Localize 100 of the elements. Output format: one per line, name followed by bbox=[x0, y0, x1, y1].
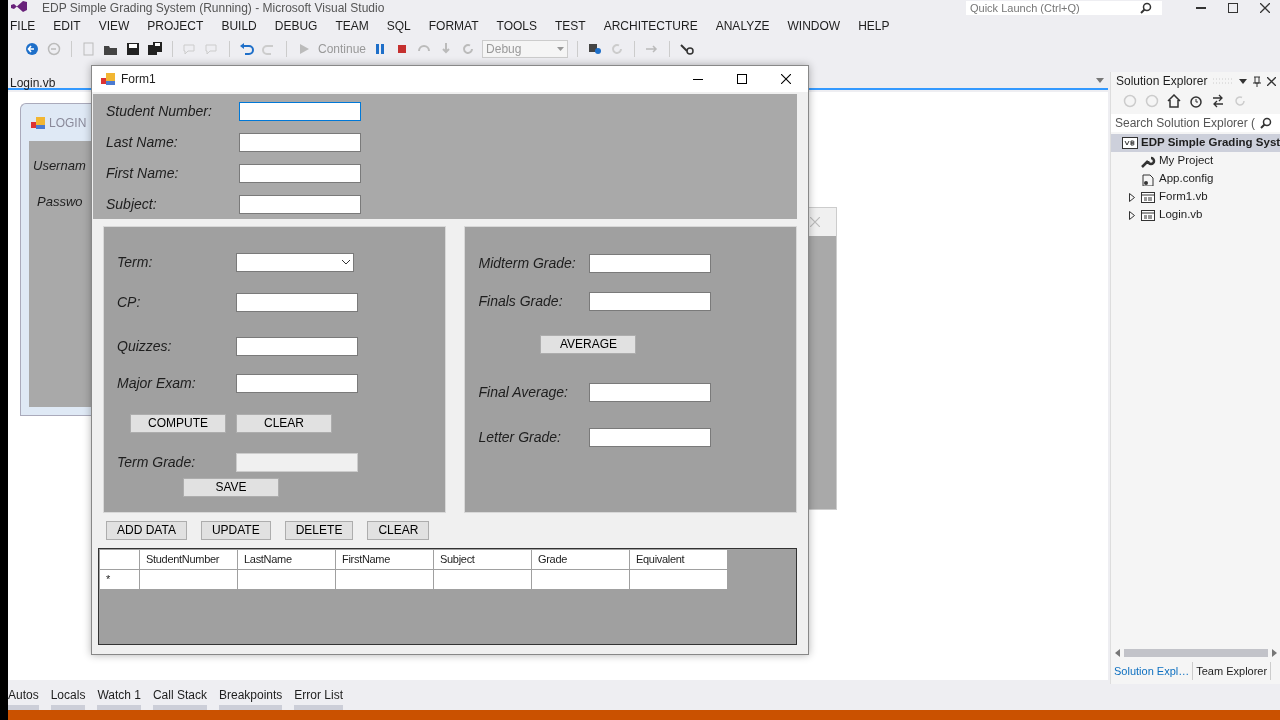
text-field[interactable] bbox=[236, 374, 358, 393]
text-field[interactable] bbox=[239, 164, 361, 183]
form-file-icon bbox=[1140, 208, 1156, 222]
project-icon bbox=[1122, 136, 1138, 150]
field-label: Subject: bbox=[105, 195, 158, 214]
scroll-left-icon[interactable] bbox=[1115, 649, 1120, 657]
save-icon[interactable] bbox=[125, 41, 141, 57]
column-header[interactable]: Subject bbox=[433, 549, 532, 570]
tree-item[interactable]: My Project bbox=[1111, 152, 1280, 170]
home-icon[interactable] bbox=[1167, 94, 1181, 108]
field-label: First Name: bbox=[105, 164, 180, 183]
window-title: EDP Simple Grading System (Running) - Microsoft Visual Studio bbox=[42, 2, 385, 14]
field-label: Student Number: bbox=[105, 102, 213, 121]
menu-item[interactable]: FORMAT bbox=[428, 17, 488, 35]
menu-item[interactable]: ANALYZE bbox=[715, 17, 779, 35]
find-icon[interactable] bbox=[587, 41, 604, 57]
text-field[interactable] bbox=[589, 254, 712, 273]
form-button[interactable]: DELETE bbox=[284, 521, 354, 540]
save-all-icon[interactable] bbox=[147, 41, 163, 57]
wrench-icon bbox=[1140, 154, 1156, 168]
text-field[interactable] bbox=[239, 195, 361, 214]
field-label: Midterm Grade: bbox=[477, 254, 577, 273]
text-field[interactable] bbox=[236, 337, 358, 356]
text-field[interactable] bbox=[589, 292, 712, 311]
column-header[interactable]: StudentNumber bbox=[139, 549, 238, 570]
panel-tab[interactable]: Team Explorer bbox=[1193, 662, 1272, 680]
table-cell[interactable] bbox=[139, 569, 238, 590]
panel-tab[interactable]: Solution Expl… bbox=[1111, 662, 1194, 680]
config-file-icon bbox=[1140, 172, 1156, 186]
text-field[interactable] bbox=[236, 293, 358, 312]
menu-item[interactable]: BUILD bbox=[221, 17, 266, 35]
form-button[interactable]: AVERAGE bbox=[540, 334, 637, 354]
sync-icon[interactable] bbox=[1211, 94, 1225, 108]
text-field[interactable] bbox=[589, 427, 712, 447]
form-button[interactable]: CLEAR bbox=[236, 413, 332, 433]
search-icon bbox=[1140, 2, 1152, 14]
menu-item[interactable]: PROJECT bbox=[147, 17, 213, 35]
column-header[interactable]: LastName bbox=[237, 549, 336, 570]
scroll-right-icon[interactable] bbox=[1272, 649, 1277, 657]
maximize-icon[interactable] bbox=[737, 74, 747, 84]
column-header[interactable]: FirstName bbox=[335, 549, 434, 570]
search-field[interactable]: Search Solution Explorer ( bbox=[1111, 114, 1280, 132]
menu-item[interactable]: TEAM bbox=[335, 17, 378, 35]
field-label: Passwo bbox=[37, 193, 83, 211]
field-label: Quizzes: bbox=[116, 337, 173, 356]
menu-item[interactable]: TEST bbox=[555, 17, 595, 35]
close-icon[interactable] bbox=[1267, 76, 1277, 86]
menu-item[interactable]: VIEW bbox=[98, 17, 139, 35]
tree-item[interactable]: App.config bbox=[1111, 170, 1280, 188]
form-button[interactable]: CLEAR bbox=[367, 521, 430, 540]
form-title: Form1 bbox=[121, 71, 156, 88]
form-button[interactable]: ADD DATA bbox=[106, 521, 187, 540]
menu-item[interactable]: FILE bbox=[10, 17, 45, 35]
form-icon bbox=[31, 117, 45, 129]
form-button[interactable]: UPDATE bbox=[200, 521, 271, 540]
text-field[interactable] bbox=[239, 102, 361, 121]
table-cell[interactable] bbox=[629, 569, 728, 590]
table-cell[interactable] bbox=[433, 569, 532, 590]
table-cell[interactable] bbox=[531, 569, 630, 590]
dropdown-icon[interactable] bbox=[1239, 78, 1248, 84]
field-label: Last Name: bbox=[105, 133, 179, 152]
form-file-icon bbox=[1140, 190, 1156, 204]
caret-icon bbox=[342, 260, 350, 265]
breakpoints-icon[interactable] bbox=[679, 41, 696, 57]
menu-item[interactable]: EDIT bbox=[53, 17, 90, 35]
close-icon[interactable] bbox=[781, 74, 791, 84]
field-label: Term Grade: bbox=[116, 453, 197, 472]
tree-item[interactable]: EDP Simple Grading Syst bbox=[1111, 134, 1280, 152]
table-cell[interactable] bbox=[237, 569, 336, 590]
field-label: CP: bbox=[116, 293, 142, 312]
caret-icon bbox=[557, 47, 565, 51]
field-label: Major Exam: bbox=[116, 374, 197, 393]
tree-item[interactable]: Login.vb bbox=[1111, 206, 1280, 224]
text-field[interactable] bbox=[239, 133, 361, 152]
column-header[interactable]: Grade bbox=[531, 549, 630, 570]
document-tab[interactable]: Login.vb bbox=[10, 74, 56, 92]
menu-item[interactable]: TOOLS bbox=[496, 17, 546, 35]
menu-item[interactable]: ARCHITECTURE bbox=[603, 17, 707, 35]
table-cell[interactable] bbox=[335, 569, 434, 590]
form-button[interactable]: COMPUTE bbox=[130, 413, 226, 433]
panel-title: Solution Explorer bbox=[1116, 73, 1208, 90]
menu-item[interactable]: SQL bbox=[386, 17, 420, 35]
back-icon[interactable] bbox=[24, 41, 40, 57]
tree-item[interactable]: Form1.vb bbox=[1111, 188, 1280, 206]
text-field[interactable] bbox=[589, 382, 712, 402]
maximize-icon[interactable] bbox=[1228, 3, 1238, 13]
new-row-marker: * bbox=[99, 569, 140, 590]
history-icon[interactable] bbox=[1189, 94, 1203, 108]
quick-launch-field[interactable]: Quick Launch (Ctrl+Q) bbox=[966, 1, 1162, 15]
dropdown-field[interactable] bbox=[236, 253, 354, 272]
menu-item[interactable]: WINDOW bbox=[787, 17, 850, 35]
column-header[interactable]: Equivalent bbox=[629, 549, 728, 570]
close-icon[interactable] bbox=[1260, 3, 1270, 13]
pin-icon[interactable] bbox=[1253, 75, 1262, 87]
menu-item[interactable]: DEBUG bbox=[274, 17, 327, 35]
field-label: Letter Grade: bbox=[477, 427, 562, 447]
form-button[interactable]: SAVE bbox=[183, 478, 279, 497]
menu-item[interactable]: HELP bbox=[858, 17, 899, 35]
scrollbar-thumb[interactable] bbox=[1124, 649, 1268, 657]
undo-icon[interactable] bbox=[239, 41, 255, 57]
